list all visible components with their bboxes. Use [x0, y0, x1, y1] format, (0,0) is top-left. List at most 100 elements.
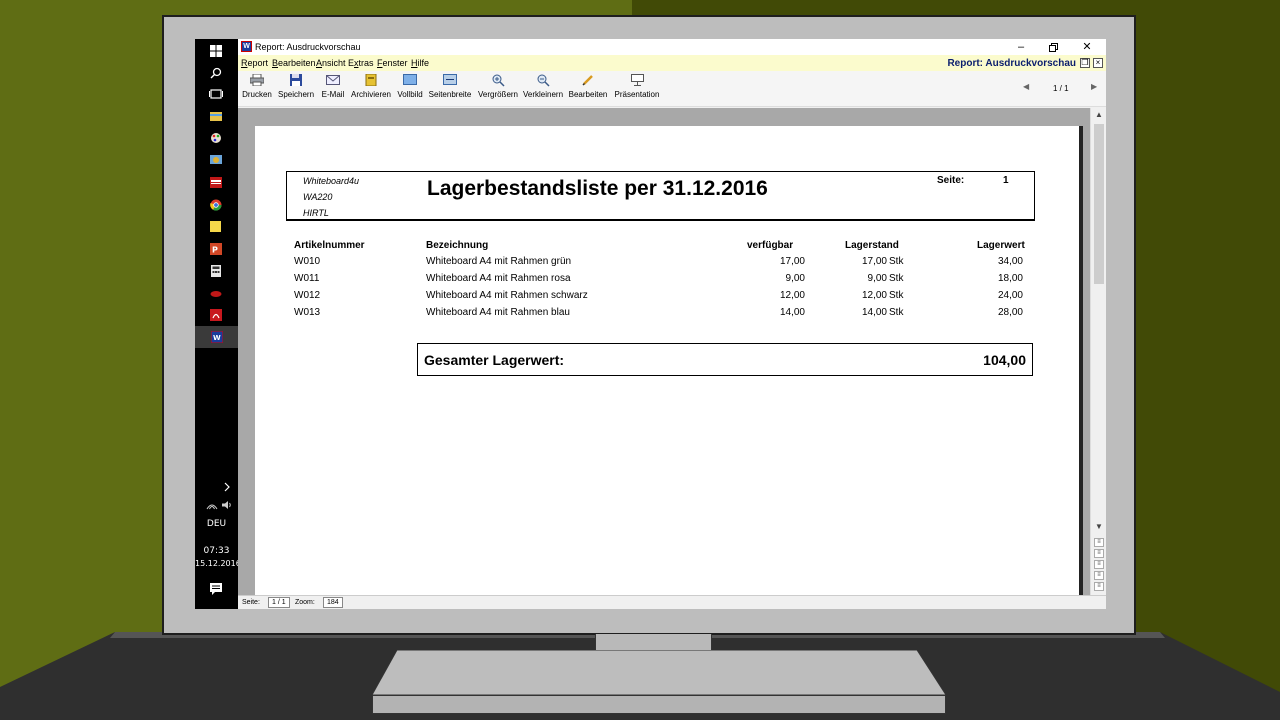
report-page: Whiteboard4u WA220 HIRTL Lagerbestandsli… — [255, 126, 1083, 595]
table-row-artikelnummer: W011 — [294, 273, 320, 284]
company-line-3: HIRTL — [303, 208, 329, 218]
table-row-artikelnummer: W012 — [294, 290, 321, 301]
close-button[interactable]: ✕ — [1072, 39, 1102, 55]
sticky-notes-icon[interactable] — [208, 220, 223, 233]
preview-area[interactable]: Whiteboard4u WA220 HIRTL Lagerbestandsli… — [238, 108, 1090, 595]
table-row-unit: Stk — [889, 307, 904, 318]
save-button[interactable]: Speichern — [278, 74, 314, 99]
zoom-in-icon — [490, 74, 506, 88]
title-bar[interactable]: W Report: Ausdruckvorschau – ✕ — [238, 39, 1106, 55]
mdi-restore-button[interactable]: ❐ — [1080, 58, 1090, 68]
zoom-out-icon — [535, 74, 551, 88]
powerpoint-icon[interactable]: P — [208, 242, 223, 255]
status-zoom-value[interactable]: 184 — [323, 597, 343, 608]
table-row-verfuegbar: 12,00 — [779, 290, 805, 301]
vertical-scrollbar[interactable]: ▲ ▼ ≡ ≡ ≡ ≡ ≡ — [1090, 108, 1106, 595]
report-title: Lagerbestandsliste per 31.12.2016 — [427, 177, 768, 200]
zoom-in-button[interactable]: Vergrößern — [477, 74, 519, 99]
fullscreen-button[interactable]: Vollbild — [396, 74, 424, 99]
scroll-up-icon[interactable]: ▲ — [1095, 110, 1103, 119]
report-app-taskbar-icon[interactable]: W — [195, 326, 238, 348]
table-row-lagerwert: 28,00 — [997, 307, 1023, 318]
menu-extras[interactable]: Extras — [348, 58, 374, 68]
fit-page-icon[interactable]: ≡ — [1094, 582, 1104, 591]
task-view-icon[interactable] — [208, 87, 223, 100]
page-number-value: 1 — [1003, 175, 1009, 186]
photo-app-icon[interactable] — [208, 176, 223, 189]
menu-ansicht[interactable]: Ansicht — [316, 58, 346, 68]
clock-time[interactable]: 07:33 — [195, 546, 238, 556]
table-row-lagerwert: 18,00 — [997, 273, 1023, 284]
disc-app-icon[interactable] — [208, 287, 223, 300]
page-counter: 1 / 1 — [1053, 84, 1069, 93]
restore-button[interactable] — [1038, 39, 1068, 55]
page-width-button[interactable]: Seitenbreite — [428, 74, 472, 99]
svg-text:W: W — [213, 334, 221, 342]
page-number-label: Seite: — [937, 175, 965, 186]
printer-icon — [249, 73, 265, 88]
page-up-icon[interactable]: ≡ — [1094, 549, 1104, 558]
paint-app-icon[interactable] — [208, 131, 223, 144]
action-center-icon[interactable] — [208, 582, 223, 595]
zoom-out-button[interactable]: Verkleinern — [523, 74, 563, 99]
network-app-icon[interactable] — [208, 153, 223, 166]
menu-hilfe[interactable]: Hilfe — [411, 58, 429, 68]
report-preview-window: W Report: Ausdruckvorschau – ✕ Report Be… — [238, 39, 1106, 609]
minimize-button[interactable]: – — [1006, 39, 1036, 55]
archive-button[interactable]: Archivieren — [350, 73, 392, 99]
mdi-close-button[interactable]: × — [1093, 58, 1103, 68]
last-page-icon[interactable]: ≡ — [1094, 571, 1104, 580]
chevron-right-icon[interactable] — [219, 480, 234, 493]
edit-button[interactable]: Bearbeiten — [568, 74, 608, 99]
menu-report[interactable]: Report — [241, 58, 268, 68]
search-icon[interactable] — [208, 66, 223, 79]
table-row-bezeichnung: Whiteboard A4 mit Rahmen rosa — [426, 273, 571, 284]
column-header-lagerwert: Lagerwert — [977, 240, 1025, 251]
presentation-icon — [629, 74, 645, 88]
pencil-icon — [580, 74, 596, 88]
screen: P W DEU 07:33 15.12.2016 W Report: Ausdr… — [195, 39, 1106, 609]
previous-page-icon[interactable]: ◀ — [1023, 82, 1029, 91]
language-indicator[interactable]: DEU — [195, 519, 238, 529]
file-explorer-icon[interactable] — [208, 109, 223, 122]
calculator-icon[interactable] — [208, 264, 223, 277]
acrobat-icon[interactable] — [208, 308, 223, 321]
menu-fenster[interactable]: Fenster — [377, 58, 408, 68]
table-row-bezeichnung: Whiteboard A4 mit Rahmen grün — [426, 256, 572, 267]
table-row-lagerstand: 12,00 — [861, 290, 887, 301]
presentation-button[interactable]: Präsentation — [613, 74, 661, 99]
table-row-artikelnummer: W013 — [294, 307, 321, 318]
page-down-icon[interactable]: ≡ — [1094, 560, 1104, 569]
windows-start-icon[interactable] — [208, 44, 223, 57]
scrollbar-thumb[interactable] — [1094, 124, 1104, 284]
taskbar: P W DEU 07:33 15.12.2016 — [195, 39, 241, 609]
scroll-down-icon[interactable]: ▼ — [1095, 522, 1103, 531]
menu-bearbeiten[interactable]: Bearbeiten — [272, 58, 316, 68]
toolbar: Drucken Speichern E-Mail Archivieren Vol… — [238, 71, 1106, 107]
table-row-bezeichnung: Whiteboard A4 mit Rahmen blau — [426, 307, 570, 318]
clock-date[interactable]: 15.12.2016 — [195, 559, 241, 568]
table-row-unit: Stk — [889, 290, 904, 301]
table-row-bezeichnung: Whiteboard A4 mit Rahmen schwarz — [426, 290, 588, 301]
first-page-icon[interactable]: ≡ — [1094, 538, 1104, 547]
email-button[interactable]: E-Mail — [319, 74, 347, 99]
table-row-lagerwert: 24,00 — [997, 290, 1023, 301]
page-width-icon — [442, 74, 458, 88]
report-header: Whiteboard4u WA220 HIRTL Lagerbestandsli… — [286, 171, 1035, 221]
chrome-icon[interactable] — [208, 198, 223, 211]
table-row-verfuegbar: 17,00 — [779, 256, 805, 267]
status-bar: Seite: 1 / 1 Zoom: 184 — [238, 595, 1106, 609]
next-page-icon[interactable]: ▶ — [1091, 82, 1097, 91]
table-row-verfuegbar: 14,00 — [779, 307, 805, 318]
table-row-lagerstand: 14,00 — [861, 307, 887, 318]
wifi-icon[interactable] — [204, 498, 219, 511]
volume-icon[interactable] — [219, 498, 234, 511]
status-page-value: 1 / 1 — [268, 597, 290, 608]
table-row-artikelnummer: W010 — [294, 256, 321, 267]
print-button[interactable]: Drucken — [242, 73, 272, 99]
archive-icon — [363, 73, 379, 88]
menu-bar: Report Bearbeiten Ansicht Extras Fenster… — [238, 55, 1106, 71]
table-row-unit: Stk — [889, 256, 904, 267]
table-row-lagerwert: 34,00 — [997, 256, 1023, 267]
fullscreen-icon — [402, 74, 418, 88]
